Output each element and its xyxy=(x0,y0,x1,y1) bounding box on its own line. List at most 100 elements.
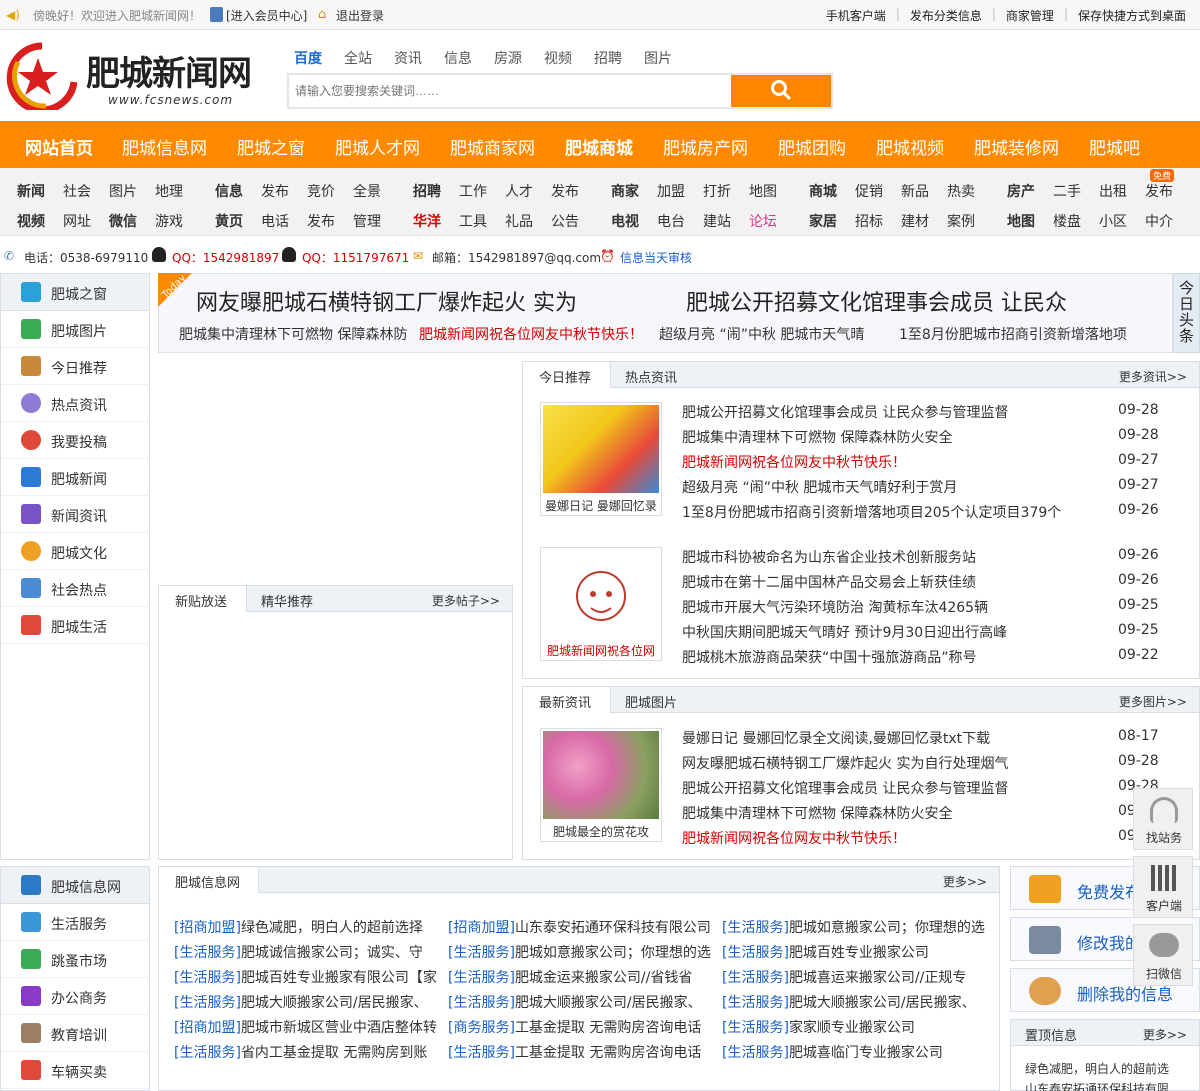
info-list-item[interactable]: [招商加盟]肥城市新城区营业中酒店整体转 xyxy=(174,1017,444,1037)
subnav-recruit[interactable]: 招聘 xyxy=(413,181,441,201)
nav-video[interactable]: 肥城视频 xyxy=(876,134,944,159)
top-info-item[interactable]: 山东泰安拓通环保科技有限 xyxy=(1025,1080,1169,1091)
nav-window[interactable]: 肥城之窗 xyxy=(237,134,305,159)
subnav-tools[interactable]: 工具 xyxy=(459,211,487,231)
subnav-secondhand[interactable]: 二手 xyxy=(1053,181,1081,201)
subnav-tender[interactable]: 招标 xyxy=(855,211,883,231)
news-row[interactable]: 肥城公开招募文化馆理事会成员 让民众参与管理监督 xyxy=(682,402,1008,422)
subnav-talent[interactable]: 人才 xyxy=(505,181,533,201)
more-posts-link[interactable]: 更多帖子>> xyxy=(432,592,500,609)
info-title[interactable]: 肥城百姓专业搬家公司 xyxy=(789,945,929,961)
info-category-tag[interactable]: [商务服务] xyxy=(448,1020,515,1036)
news-row[interactable]: 中秋国庆期间肥城天气晴好 预计9月30日迎出行高峰 xyxy=(682,622,1007,642)
subnav-yellowpages[interactable]: 黄页 xyxy=(215,211,243,231)
side-item-life-service[interactable]: 生活服务 xyxy=(1,904,149,941)
info-category-tag[interactable]: [招商加盟] xyxy=(174,920,241,936)
side-item-education[interactable]: 教育培训 xyxy=(1,1015,149,1052)
top-info-item[interactable]: 绿色减肥，明白人的超前选 xyxy=(1025,1060,1169,1077)
nav-info[interactable]: 肥城信息网 xyxy=(122,134,207,159)
info-list-item[interactable]: [生活服务]肥城喜运来搬家公司//正规专 xyxy=(722,967,992,987)
info-title[interactable]: 省内工基金提取 无需购房到账 xyxy=(241,1045,427,1061)
info-list-item[interactable]: [生活服务]肥城喜临门专业搬家公司 xyxy=(722,1042,992,1062)
subnav-society[interactable]: 社会 xyxy=(63,181,91,201)
headline-small-4[interactable]: 1至8月份肥城市招商引资新增落地项 xyxy=(899,324,1127,344)
nav-decoration[interactable]: 肥城装修网 xyxy=(974,134,1059,159)
info-category-tag[interactable]: [生活服务] xyxy=(448,995,515,1011)
news-row[interactable]: 肥城新闻网祝各位网友中秋节快乐！ xyxy=(682,452,906,472)
info-category-tag[interactable]: [生活服务] xyxy=(174,1045,241,1061)
tab-latest[interactable]: 最新资讯 xyxy=(539,692,591,711)
side-item-hot[interactable]: 热点资讯 xyxy=(1,385,149,422)
subnav-merchant[interactable]: 商家 xyxy=(611,181,639,201)
nav-mall[interactable]: 肥城商城 xyxy=(565,134,633,159)
nav-merchant[interactable]: 肥城商家网 xyxy=(450,134,535,159)
subnav-mall[interactable]: 商城 xyxy=(809,181,837,201)
info-title[interactable]: 肥城喜临门专业搬家公司 xyxy=(789,1045,943,1061)
side-item-life[interactable]: 肥城生活 xyxy=(1,607,149,644)
subnav-home-living[interactable]: 家居 xyxy=(809,211,837,231)
subnav-wechat[interactable]: 微信 xyxy=(109,211,137,231)
info-title[interactable]: 肥城市新城区营业中酒店整体转 xyxy=(241,1020,437,1036)
subnav-post-job[interactable]: 发布 xyxy=(551,181,579,201)
side-item-office[interactable]: 办公商务 xyxy=(1,978,149,1015)
subnav-job[interactable]: 工作 xyxy=(459,181,487,201)
tab-today[interactable]: 今日推荐 xyxy=(539,367,591,386)
info-title[interactable]: 肥城大顺搬家公司/居民搬家、 xyxy=(515,995,702,1011)
news-row[interactable]: 网友曝肥城石横特钢工厂爆炸起火 实为自行处理烟气 xyxy=(682,753,1008,773)
subnav-manage[interactable]: 管理 xyxy=(353,211,381,231)
nav-forum[interactable]: 肥城吧 xyxy=(1089,134,1140,159)
merchant-admin-link[interactable]: 商家管理 xyxy=(1006,7,1054,24)
info-list-item[interactable]: [生活服务]肥城金运来搬家公司//省钱省 xyxy=(448,967,718,987)
info-category-tag[interactable]: [生活服务] xyxy=(722,1020,789,1036)
info-category-tag[interactable]: [生活服务] xyxy=(174,970,241,986)
today-thumb-2[interactable]: 肥城新闻网祝各位网 xyxy=(540,547,662,661)
subnav-video[interactable]: 视频 xyxy=(17,211,45,231)
subnav-post-house[interactable]: 发布 xyxy=(1145,181,1173,201)
news-row[interactable]: 肥城新闻网祝各位网友中秋节快乐！ xyxy=(682,828,906,848)
news-row[interactable]: 1至8月份肥城市招商引资新增落地项目205个认定项目379个 xyxy=(682,502,1061,522)
info-category-tag[interactable]: [生活服务] xyxy=(174,995,241,1011)
side-item-infonet[interactable]: 肥城信息网 xyxy=(1,867,149,904)
search-tab-house[interactable]: 房源 xyxy=(494,48,522,68)
info-list-item[interactable]: [招商加盟]绿色减肥，明白人的超前选择 xyxy=(174,917,444,937)
subnav-map[interactable]: 地图 xyxy=(749,181,777,201)
contact-qq1[interactable]: QQ：1542981897 xyxy=(172,249,279,266)
more-pictures-link[interactable]: 更多图片>> xyxy=(1119,693,1187,710)
tab-hot-news[interactable]: 热点资讯 xyxy=(625,367,677,386)
subnav-notice[interactable]: 公告 xyxy=(551,211,579,231)
float-support[interactable]: 找站务 xyxy=(1133,788,1193,850)
info-title[interactable]: 肥城大顺搬家公司/居民搬家、 xyxy=(789,995,976,1011)
tab-new-posts[interactable]: 新贴放送 xyxy=(175,591,227,610)
nav-realestate[interactable]: 肥城房产网 xyxy=(663,134,748,159)
news-row[interactable]: 超级月亮 “闹”中秋 肥城市天气晴好利于赏月 xyxy=(682,477,957,497)
float-wechat[interactable]: 扫微信 xyxy=(1133,924,1193,986)
info-category-tag[interactable]: [生活服务] xyxy=(722,1045,789,1061)
subnav-bbs[interactable]: 论坛 xyxy=(749,211,777,231)
info-category-tag[interactable]: [招商加盟] xyxy=(174,1020,241,1036)
info-list-item[interactable]: [生活服务]工基金提取 无需购房咨询电话 xyxy=(448,1042,718,1062)
top-info-more[interactable]: 更多>> xyxy=(1143,1026,1187,1043)
search-tab-baidu[interactable]: 百度 xyxy=(294,48,322,68)
subnav-pictures[interactable]: 图片 xyxy=(109,181,137,201)
info-title[interactable]: 工基金提取 无需购房咨询电话 xyxy=(515,1045,701,1061)
info-category-tag[interactable]: [招商加盟] xyxy=(448,920,515,936)
search-tab-images[interactable]: 图片 xyxy=(644,48,672,68)
today-thumb-1[interactable]: 曼娜日记 曼娜回忆录 xyxy=(540,402,662,516)
side-item-vehicles[interactable]: 车辆买卖 xyxy=(1,1052,149,1089)
info-category-tag[interactable]: [生活服务] xyxy=(448,945,515,961)
more-news-link[interactable]: 更多资讯>> xyxy=(1119,368,1187,385)
logout-link[interactable]: 退出登录 xyxy=(336,7,384,24)
subnav-build-site[interactable]: 建站 xyxy=(703,211,731,231)
subnav-panorama[interactable]: 全景 xyxy=(353,181,381,201)
info-list-item[interactable]: [生活服务]肥城大顺搬家公司/居民搬家、 xyxy=(722,992,992,1012)
news-row[interactable]: 肥城市科协被命名为山东省企业技术创新服务站 xyxy=(682,547,976,567)
headline-small-3[interactable]: 超级月亮 “闹”中秋 肥城市天气晴 xyxy=(659,324,864,344)
nav-groupbuy[interactable]: 肥城团购 xyxy=(778,134,846,159)
subnav-cases[interactable]: 案例 xyxy=(947,211,975,231)
tab-city-pictures[interactable]: 肥城图片 xyxy=(625,692,677,711)
headline-big-2[interactable]: 肥城公开招募文化馆理事会成员 让民众 xyxy=(686,285,1067,317)
subnav-games[interactable]: 游戏 xyxy=(155,211,183,231)
member-center-link[interactable]: [进入会员中心] xyxy=(226,7,307,24)
info-title[interactable]: 肥城喜运来搬家公司//正规专 xyxy=(789,970,966,986)
logo-title[interactable]: 肥城新闻网 xyxy=(86,46,252,95)
